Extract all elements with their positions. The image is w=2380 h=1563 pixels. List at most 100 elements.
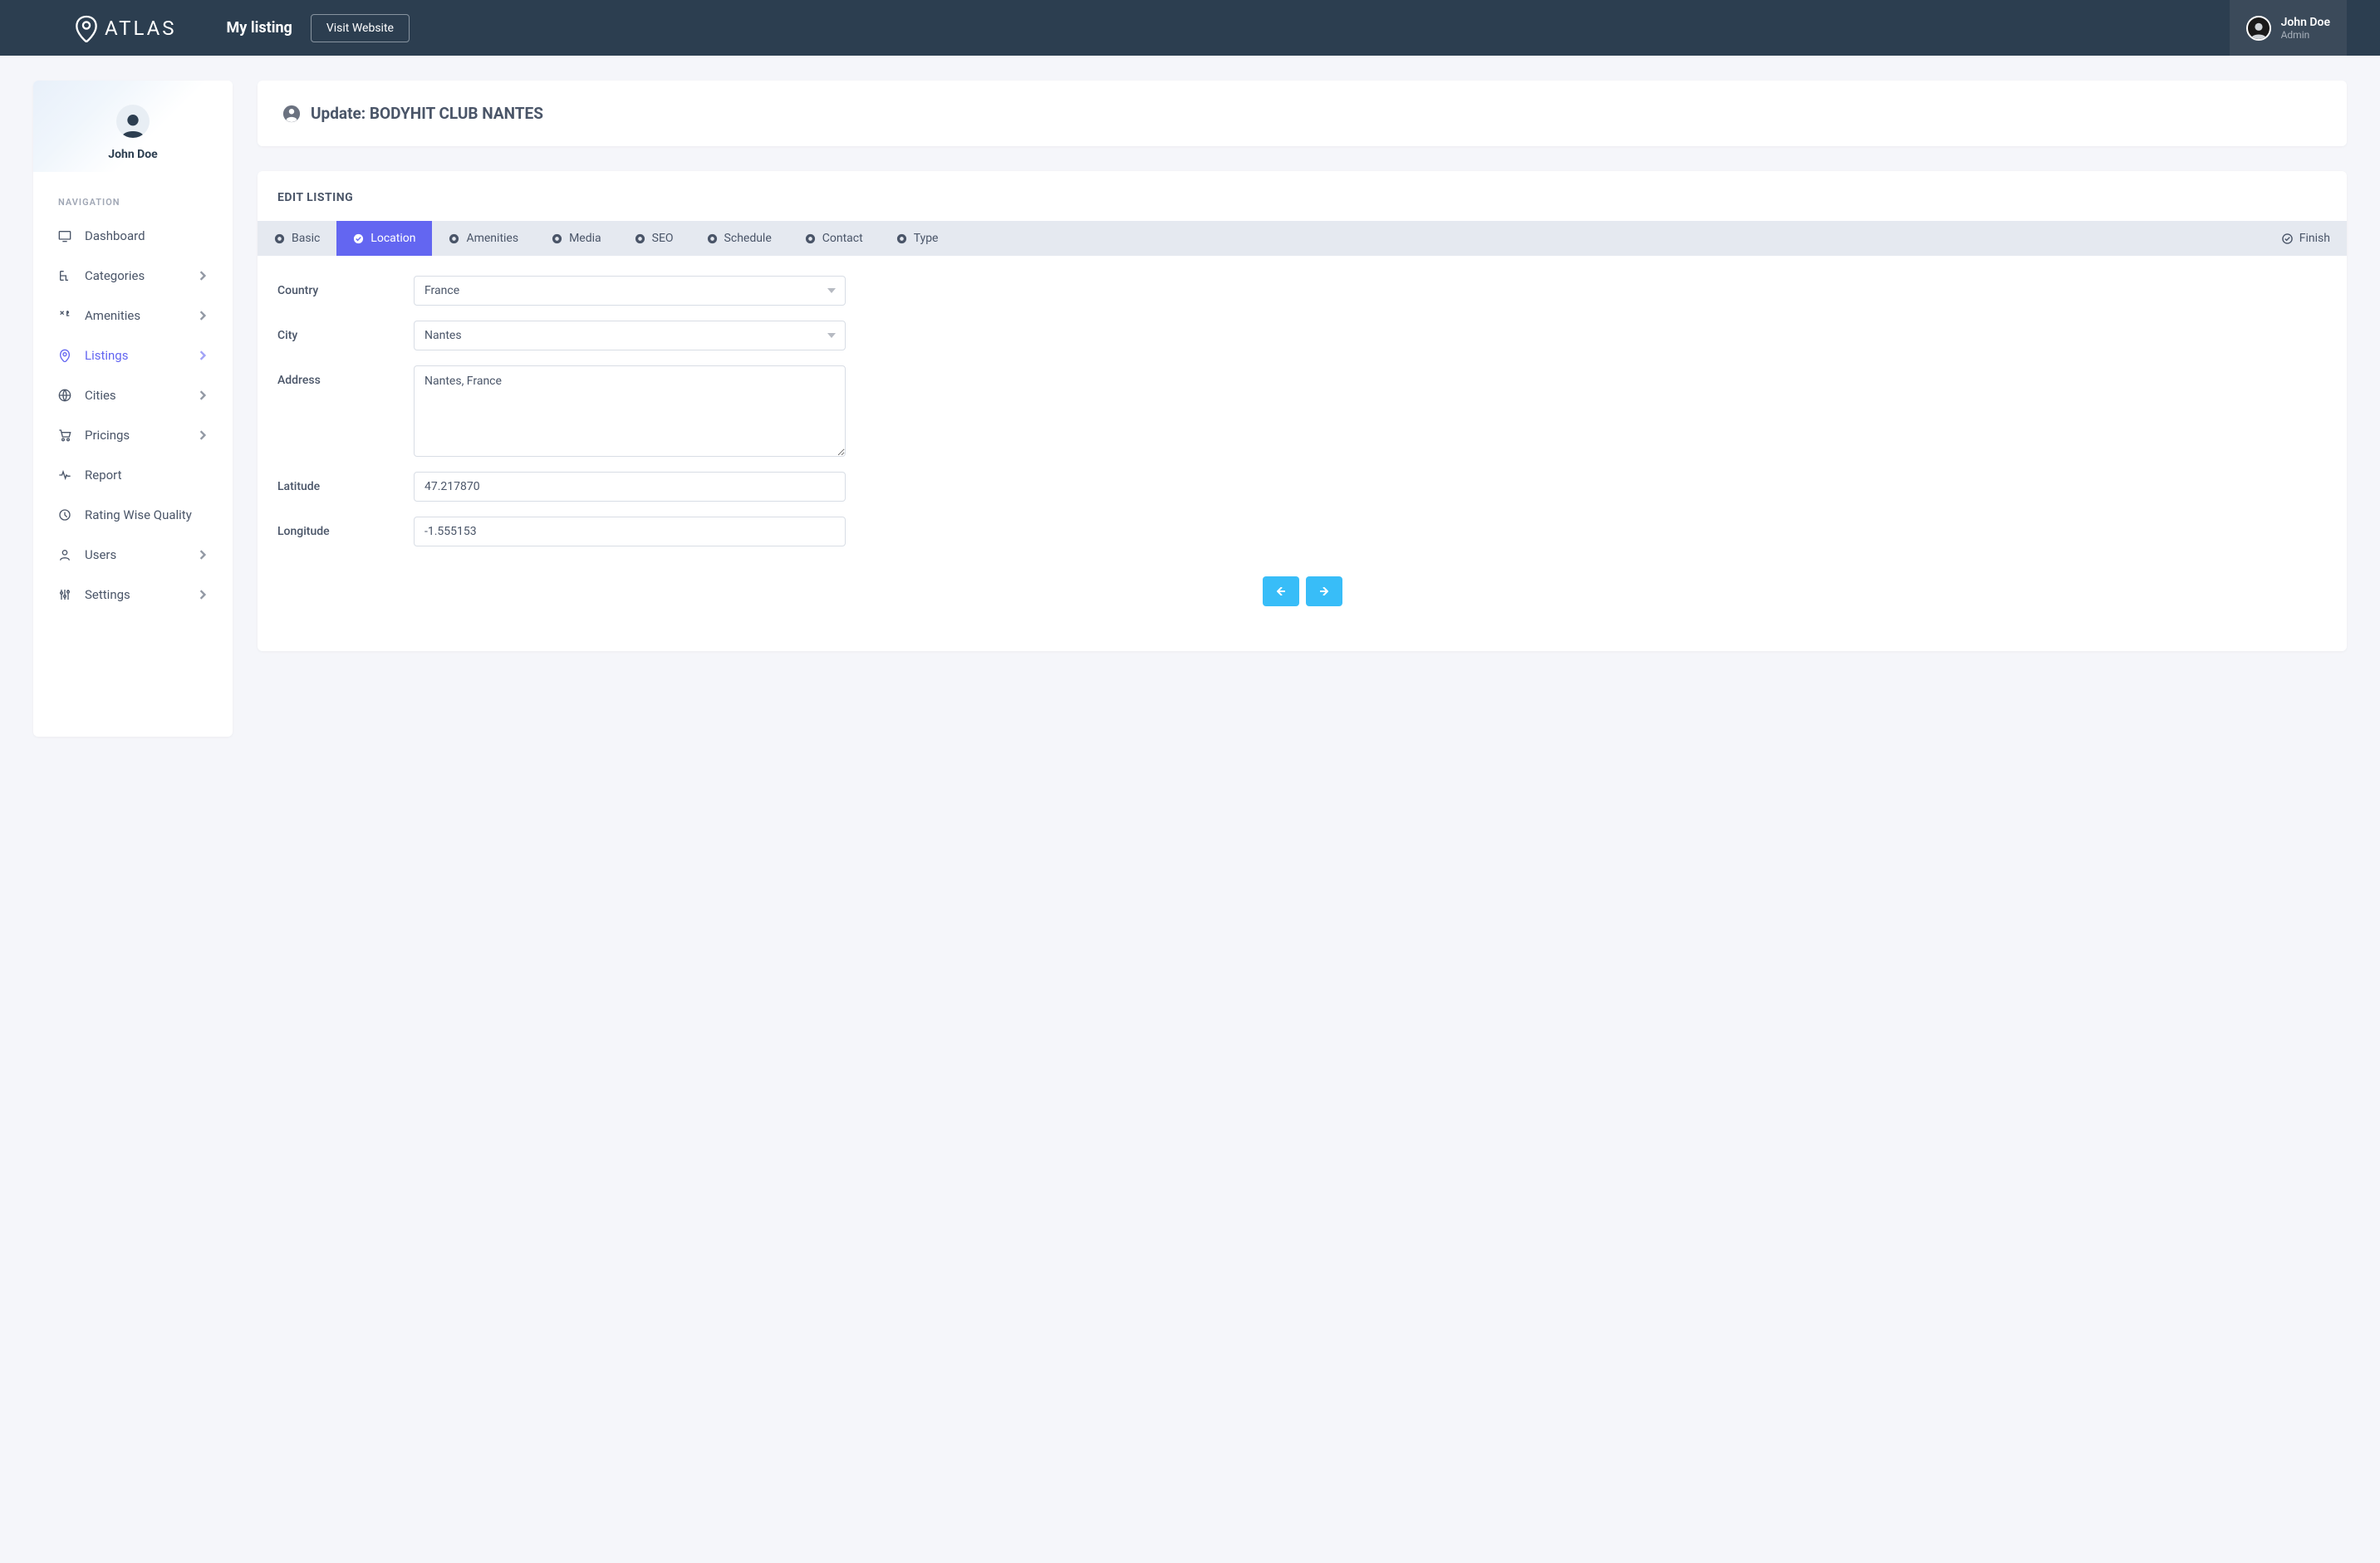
sidebar-item-settings[interactable]: Settings xyxy=(33,575,233,615)
page-header: Update: BODYHIT CLUB NANTES xyxy=(258,81,2347,146)
tab-location[interactable]: Location xyxy=(336,221,432,256)
sidebar-item-pricings[interactable]: Pricings xyxy=(33,415,233,455)
prev-button[interactable] xyxy=(1263,576,1299,606)
form-actions xyxy=(277,576,2327,631)
circle-icon xyxy=(552,233,562,244)
latitude-row: Latitude xyxy=(277,472,2327,502)
nav-icon xyxy=(58,269,71,282)
tab-label: Finish xyxy=(2299,232,2330,245)
nav-label: Report xyxy=(85,468,122,483)
address-row: Address Nantes, France xyxy=(277,365,2327,457)
city-select[interactable]: Nantes xyxy=(414,321,846,350)
sidebar: John Doe NAVIGATION Dashboard Categories… xyxy=(33,81,233,737)
nav-label: Rating Wise Quality xyxy=(85,507,192,522)
tab-seo[interactable]: SEO xyxy=(618,221,690,256)
sidebar-item-categories[interactable]: Categories xyxy=(33,256,233,296)
nav-icon xyxy=(58,468,71,482)
nav-icon xyxy=(58,389,71,402)
sidebar-item-rating-wise-quality[interactable]: Rating Wise Quality xyxy=(33,495,233,535)
header-user-menu[interactable]: John Doe Admin xyxy=(2230,0,2347,56)
tab-label: Media xyxy=(569,232,601,245)
tab-amenities[interactable]: Amenities xyxy=(432,221,535,256)
tab-label: Type xyxy=(914,232,939,245)
nav-icon xyxy=(58,229,71,243)
country-row: Country France xyxy=(277,276,2327,306)
edit-listing-card: EDIT LISTING Basic Location Amenities Media… xyxy=(258,171,2347,651)
avatar-icon xyxy=(2246,16,2271,41)
nav-list: Dashboard Categories Amenities Listings … xyxy=(33,216,233,615)
next-button[interactable] xyxy=(1306,576,1342,606)
tab-label: Basic xyxy=(292,232,320,245)
app-header: ATLAS My listing Visit Website John Doe … xyxy=(0,0,2380,56)
header-user-role: Admin xyxy=(2281,29,2330,41)
header-user-info: John Doe Admin xyxy=(2281,16,2330,41)
circle-icon xyxy=(274,233,285,244)
sidebar-item-amenities[interactable]: Amenities xyxy=(33,296,233,336)
city-label: City xyxy=(277,321,414,350)
nav-label: Amenities xyxy=(85,308,140,323)
nav-label: Categories xyxy=(85,268,145,283)
sidebar-header: John Doe xyxy=(33,81,233,172)
country-label: Country xyxy=(277,276,414,306)
circle-icon xyxy=(896,233,907,244)
circle-icon xyxy=(353,233,364,244)
nav-label: Listings xyxy=(85,348,128,363)
nav-icon xyxy=(58,548,71,561)
tabs-bar: Basic Location Amenities Media SEO Schedule Co… xyxy=(258,221,2347,256)
chevron-right-icon xyxy=(198,311,208,321)
tab-basic[interactable]: Basic xyxy=(258,221,336,256)
country-select[interactable]: France xyxy=(414,276,846,306)
header-left: ATLAS My listing Visit Website xyxy=(75,14,410,42)
tab-media[interactable]: Media xyxy=(535,221,618,256)
city-row: City Nantes xyxy=(277,321,2327,350)
header-user-name: John Doe xyxy=(2281,16,2330,29)
tab-label: Amenities xyxy=(466,232,518,245)
nav-icon xyxy=(58,588,71,601)
address-textarea[interactable]: Nantes, France xyxy=(414,365,846,457)
nav-label: Settings xyxy=(85,587,130,602)
address-label: Address xyxy=(277,365,414,457)
tab-finish[interactable]: Finish xyxy=(2265,221,2347,256)
nav-section-label: NAVIGATION xyxy=(33,172,233,216)
nav-icon xyxy=(58,429,71,442)
chevron-right-icon xyxy=(198,350,208,360)
chevron-right-icon xyxy=(198,430,208,440)
circle-icon xyxy=(707,233,718,244)
sidebar-item-dashboard[interactable]: Dashboard xyxy=(33,216,233,256)
tab-contact[interactable]: Contact xyxy=(788,221,880,256)
latitude-label: Latitude xyxy=(277,472,414,502)
sidebar-username: John Doe xyxy=(108,148,157,168)
card-title: EDIT LISTING xyxy=(258,171,2347,221)
longitude-label: Longitude xyxy=(277,517,414,546)
sidebar-item-listings[interactable]: Listings xyxy=(33,336,233,375)
arrow-left-icon xyxy=(1277,587,1285,595)
tab-label: Contact xyxy=(822,232,863,245)
nav-label: Dashboard xyxy=(85,228,145,243)
nav-label: Users xyxy=(85,547,116,562)
chevron-right-icon xyxy=(198,590,208,600)
sidebar-item-users[interactable]: Users xyxy=(33,535,233,575)
location-form: Country France City Nantes xyxy=(258,256,2347,651)
main-content: Update: BODYHIT CLUB NANTES EDIT LISTING… xyxy=(258,81,2347,737)
pin-icon xyxy=(75,14,98,42)
sidebar-item-cities[interactable]: Cities xyxy=(33,375,233,415)
tab-schedule[interactable]: Schedule xyxy=(690,221,788,256)
sidebar-item-report[interactable]: Report xyxy=(33,455,233,495)
page-title: Update: BODYHIT CLUB NANTES xyxy=(311,104,543,123)
nav-icon xyxy=(58,349,71,362)
nav-label: Pricings xyxy=(85,428,130,443)
tab-label: Location xyxy=(370,232,415,245)
header-page-title: My listing xyxy=(227,19,292,37)
longitude-input[interactable] xyxy=(414,517,846,546)
longitude-row: Longitude xyxy=(277,517,2327,546)
tab-type[interactable]: Type xyxy=(880,221,955,256)
tab-label: SEO xyxy=(652,232,674,245)
visit-website-button[interactable]: Visit Website xyxy=(311,14,410,42)
brand-logo[interactable]: ATLAS xyxy=(75,14,177,42)
chevron-right-icon xyxy=(198,390,208,400)
tab-label: Schedule xyxy=(724,232,772,245)
app-body: John Doe NAVIGATION Dashboard Categories… xyxy=(0,56,2380,762)
nav-icon xyxy=(58,309,71,322)
header-nav: My listing Visit Website xyxy=(227,14,410,42)
latitude-input[interactable] xyxy=(414,472,846,502)
